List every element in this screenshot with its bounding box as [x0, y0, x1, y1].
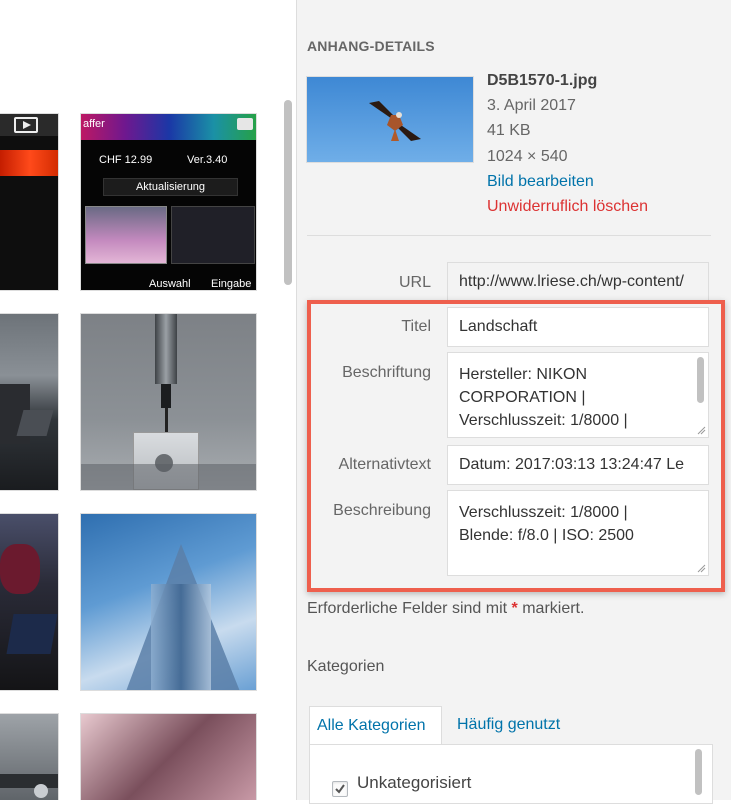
- delete-permanently-link[interactable]: Unwiderruflich löschen: [487, 198, 648, 216]
- tab-frequently-used[interactable]: Häufig genutzt: [457, 716, 560, 734]
- tab-all-categories[interactable]: Alle Kategorien: [309, 706, 442, 744]
- thumbnail-price: CHF 12.99: [99, 154, 153, 166]
- categories-heading: Kategorien: [307, 658, 385, 675]
- thumbnail-select-label: Auswahl: [149, 278, 191, 290]
- tab-all-categories-label: Alle Kategorien: [317, 717, 426, 734]
- media-thumbnail[interactable]: affer CHF 12.99 Ver.3.40 Aktualisierung …: [80, 113, 257, 291]
- required-note-text: Erforderliche Felder sind mit: [307, 600, 508, 617]
- file-name: D5B1570-1.jpg: [487, 72, 598, 89]
- media-grid: affer CHF 12.99 Ver.3.40 Aktualisierung …: [0, 0, 296, 800]
- required-star: *: [511, 600, 518, 617]
- play-icon: [14, 117, 38, 133]
- bird-image: [365, 91, 425, 151]
- highlight-box: [307, 300, 725, 592]
- edit-image-link[interactable]: Bild bearbeiten: [487, 173, 594, 191]
- attachment-preview: [306, 76, 474, 163]
- attachment-details-sidebar: ANHANG-DETAILS D5B1570-1.jpg 3. April 20…: [296, 0, 731, 804]
- upload-date: 3. April 2017: [487, 97, 576, 114]
- media-thumbnail[interactable]: [80, 313, 257, 491]
- image-dimensions: 1024 × 540: [487, 148, 568, 165]
- thumbnail-version: Ver.3.40: [187, 154, 228, 166]
- category-checkbox[interactable]: [332, 781, 348, 797]
- grid-scrollbar[interactable]: [284, 100, 292, 285]
- checkmark-icon: [335, 784, 345, 794]
- url-label: URL: [398, 274, 431, 291]
- required-fields-note: Erforderliche Felder sind mit * markiert…: [307, 600, 584, 618]
- categories-panel: Unkategorisiert: [309, 744, 713, 804]
- category-label: Unkategorisiert: [357, 773, 472, 792]
- url-field[interactable]: http://www.lriese.ch/wp-content/: [447, 262, 709, 302]
- file-size: 41 KB: [487, 122, 531, 139]
- media-thumbnail[interactable]: [0, 513, 59, 691]
- thumbnail-update-label: Aktualisierung: [103, 178, 238, 196]
- categories-scrollbar[interactable]: [695, 749, 702, 795]
- media-thumbnail[interactable]: [80, 513, 257, 691]
- divider: [307, 235, 711, 236]
- media-thumbnail[interactable]: [0, 713, 59, 800]
- sidebar-heading: ANHANG-DETAILS: [307, 38, 435, 54]
- media-thumbnail[interactable]: [80, 713, 257, 800]
- media-thumbnail[interactable]: [0, 113, 59, 291]
- media-thumbnail[interactable]: [0, 313, 59, 491]
- thumbnail-title-fragment: affer: [83, 118, 105, 130]
- thumbnail-enter-label: Eingabe: [211, 278, 252, 290]
- required-note-text-end: markiert.: [522, 600, 585, 617]
